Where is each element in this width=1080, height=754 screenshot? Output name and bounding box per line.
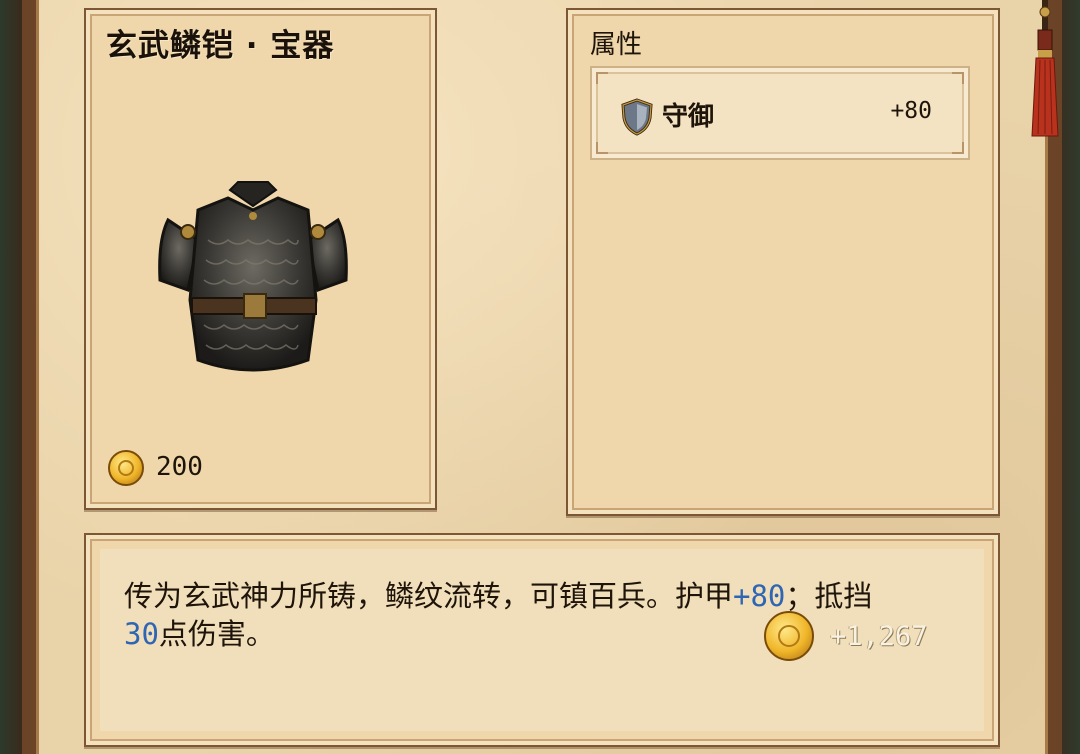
- reward-value: +1,267: [830, 621, 928, 652]
- attribute-panel: 属性 守御 +80: [566, 8, 1000, 516]
- corner-ornament: [596, 72, 608, 84]
- attribute-row-defense: 守御 +80: [590, 66, 970, 160]
- corner-ornament: [952, 142, 964, 154]
- corner-ornament: [952, 72, 964, 84]
- attribute-name: 守御: [662, 102, 715, 132]
- item-panel: 玄武鳞铠 · 宝器 200: [84, 8, 437, 510]
- description-body: 传为玄武神力所铸，鳞纹流转，可镇百兵。护甲+80；抵挡 30点伤害。 +1,267: [100, 549, 984, 731]
- description-panel: 传为玄武神力所铸，鳞纹流转，可镇百兵。护甲+80；抵挡 30点伤害。 +1,267: [84, 533, 1000, 747]
- tassel-icon: [1031, 0, 1059, 137]
- block-value: 30: [124, 617, 159, 651]
- armor-value: +80: [733, 579, 786, 613]
- gold-coin-icon: [108, 450, 144, 486]
- description-part3: 点伤害。: [158, 617, 275, 651]
- item-price: 200: [156, 452, 203, 482]
- attribute-value: +80: [890, 98, 932, 124]
- gold-coin-icon: [764, 611, 814, 661]
- shield-icon: [621, 98, 653, 136]
- item-title: 玄武鳞铠 · 宝器: [106, 28, 335, 64]
- description-part2: ；抵挡: [785, 579, 873, 613]
- corner-ornament: [596, 142, 608, 154]
- armor-icon[interactable]: [148, 180, 358, 390]
- description-part1: 传为玄武神力所铸，鳞纹流转，可镇百兵。护甲: [124, 579, 734, 613]
- attribute-title: 属性: [590, 30, 643, 60]
